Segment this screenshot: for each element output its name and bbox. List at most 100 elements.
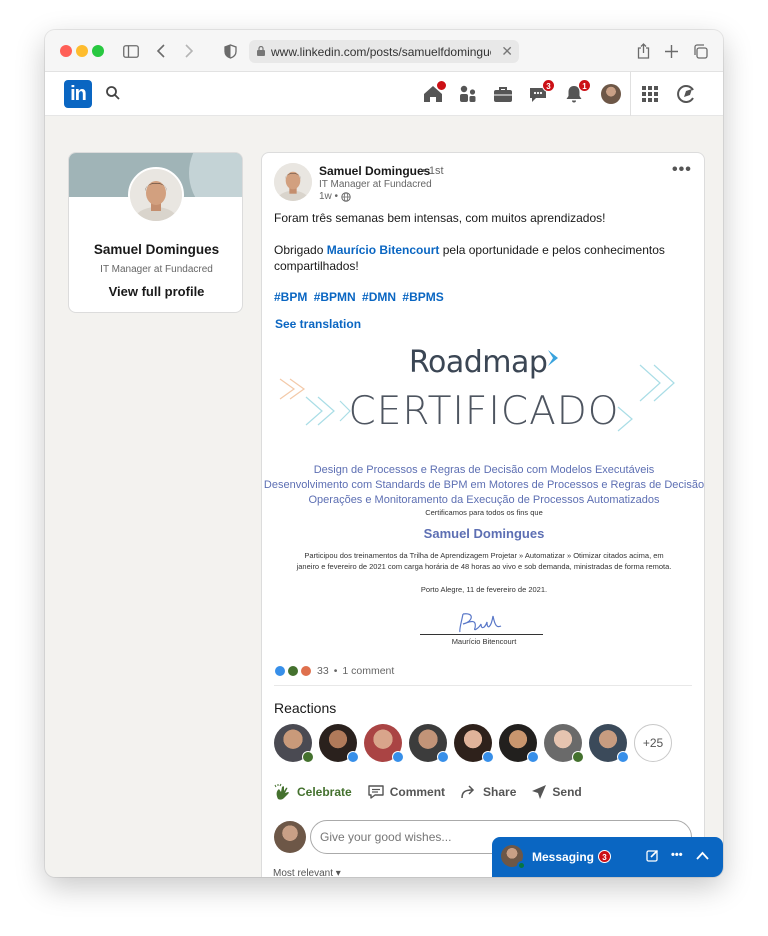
profile-photo[interactable] — [128, 167, 184, 223]
linkedin-logo[interactable]: in — [64, 80, 92, 108]
messaging-unread-badge: 3 — [598, 850, 611, 863]
like-badge-icon — [392, 751, 404, 763]
celebrate-badge-icon — [572, 751, 584, 763]
my-network-icon[interactable] — [457, 83, 479, 105]
hashtag-link[interactable]: #BPM — [274, 290, 307, 304]
author-name[interactable]: Samuel Domingues — [319, 164, 430, 178]
browser-window: www.linkedin.com/posts/samuelfdomingues … — [45, 30, 723, 877]
like-badge-icon — [437, 751, 449, 763]
linkedin-nav-bar: in 3 1 — [45, 72, 723, 116]
share-arrow-icon — [461, 785, 475, 799]
mention-link[interactable]: Maurício Bitencourt — [327, 243, 440, 257]
url-text: www.linkedin.com/posts/samuelfdomingues — [271, 44, 491, 59]
certificate-intro: Certificamos para todos os fins que — [425, 508, 543, 517]
like-badge-icon — [347, 751, 359, 763]
certificate-place-date: Porto Alegre, 11 de fevereiro de 2021. — [420, 585, 548, 594]
certificate-image[interactable]: Roadmap CERTIFICADO Design de Processos … — [262, 335, 705, 655]
share-icon[interactable] — [633, 41, 653, 61]
celebrate-button[interactable]: Celebrate — [274, 783, 352, 801]
reaction-count[interactable]: 33 — [317, 665, 329, 677]
me-avatar[interactable] — [601, 84, 621, 104]
compose-message-icon[interactable] — [646, 849, 660, 863]
sidebar-toggle-icon[interactable] — [121, 41, 141, 61]
tab-overview-icon[interactable] — [690, 41, 710, 61]
messaging-more-icon[interactable]: ••• — [671, 849, 685, 863]
profile-card: Samuel Domingues IT Manager at Fundacred… — [68, 152, 243, 313]
share-label: Share — [483, 785, 517, 799]
address-bar[interactable]: www.linkedin.com/posts/samuelfdomingues … — [249, 40, 519, 63]
clear-url-icon[interactable]: ✕ — [501, 43, 513, 60]
messaging-badge: 3 — [542, 79, 555, 92]
commenter-avatar — [274, 821, 306, 853]
profile-name[interactable]: Samuel Domingues — [69, 242, 242, 257]
share-button[interactable]: Share — [460, 785, 516, 799]
forward-arrow-icon[interactable] — [179, 41, 199, 61]
home-notification-dot — [436, 80, 447, 91]
close-window-button[interactable] — [60, 45, 72, 57]
comment-sort-dropdown[interactable]: Most relevant ▾ — [273, 868, 341, 877]
post-more-options-icon[interactable]: ••• — [672, 161, 692, 179]
messaging-overlay[interactable]: Messaging 3 ••• — [492, 837, 723, 877]
search-icon[interactable] — [105, 85, 121, 101]
certificate-body-line: Participou dos treinamentos da Trilha de… — [304, 551, 664, 560]
certificate-recipient: Samuel Domingues — [423, 526, 545, 541]
globe-icon — [341, 191, 351, 202]
jobs-icon[interactable] — [492, 83, 514, 105]
love-reaction-icon — [300, 665, 312, 677]
comment-bubble-icon — [368, 785, 384, 799]
hashtag-link[interactable]: #BPMS — [402, 290, 443, 304]
work-grid-icon[interactable] — [639, 83, 661, 105]
celebrate-badge-icon — [302, 751, 314, 763]
post-card: Samuel Domingues • 1st IT Manager at Fun… — [261, 152, 705, 877]
profile-headline: IT Manager at Fundacred — [100, 264, 213, 275]
comment-button[interactable]: Comment — [367, 784, 445, 800]
certificate-signer: Maurício Bitencourt — [451, 637, 517, 646]
browser-toolbar: www.linkedin.com/posts/samuelfdomingues … — [45, 30, 723, 72]
send-label: Send — [552, 785, 582, 799]
new-tab-icon[interactable] — [661, 41, 681, 61]
hashtag-link[interactable]: #DMN — [362, 290, 396, 304]
premium-compass-icon[interactable] — [675, 83, 697, 105]
zoom-window-button[interactable] — [92, 45, 104, 57]
home-icon[interactable] — [422, 80, 447, 105]
like-reaction-icon — [274, 665, 286, 677]
messaging-icon[interactable]: 3 — [527, 79, 555, 105]
messaging-label[interactable]: Messaging — [532, 850, 594, 864]
comment-label: Comment — [389, 785, 446, 799]
hashtag-link[interactable]: #BPMN — [314, 290, 356, 304]
course-line: Design de Processos e Regras de Decisão … — [313, 464, 655, 476]
reactions-heading: Reactions — [274, 700, 337, 716]
certificate-body: Participou dos treinamentos da Trilha de… — [262, 550, 704, 572]
course-line: Operações e Monitoramento da Execução de… — [308, 494, 660, 506]
send-plane-icon — [532, 785, 547, 799]
comment-count[interactable]: 1 comment — [342, 665, 394, 677]
back-arrow-icon[interactable] — [151, 41, 171, 61]
author-avatar[interactable] — [274, 163, 312, 201]
online-status-dot — [517, 861, 526, 870]
divider — [274, 685, 692, 686]
see-translation-link[interactable]: See translation — [275, 317, 361, 331]
connection-degree: • 1st — [422, 165, 444, 177]
minimize-window-button[interactable] — [76, 45, 88, 57]
course-line: Desenvolvimento com Standards de BPM em … — [263, 479, 705, 491]
certificate-body-line: janeiro e fevereiro de 2021 com carga ho… — [296, 562, 672, 571]
thanks-prefix: Obrigado — [274, 243, 327, 257]
privacy-shield-icon[interactable] — [220, 41, 240, 61]
celebrate-reaction-icon — [287, 665, 299, 677]
social-counts[interactable]: 33 • 1 comment — [274, 665, 394, 677]
certificate-brand: Roadmap — [409, 345, 548, 380]
thanks-line-2: compartilhados! — [274, 259, 359, 273]
send-button[interactable]: Send — [531, 784, 582, 800]
lock-icon — [257, 46, 265, 56]
view-full-profile-link[interactable]: View full profile — [69, 284, 242, 299]
chevron-up-icon[interactable] — [696, 849, 710, 863]
nav-divider — [630, 72, 631, 116]
celebrate-hands-icon — [274, 783, 289, 800]
author-headline: IT Manager at Fundacred — [319, 179, 432, 190]
like-badge-icon — [482, 751, 494, 763]
hashtag-list: #BPM #BPMN #DMN #BPMS — [274, 290, 447, 304]
notifications-bell-icon[interactable]: 1 — [563, 79, 591, 105]
notifications-badge: 1 — [578, 79, 591, 92]
more-reactors-button[interactable]: +25 — [634, 724, 672, 762]
count-separator: • — [333, 665, 338, 677]
